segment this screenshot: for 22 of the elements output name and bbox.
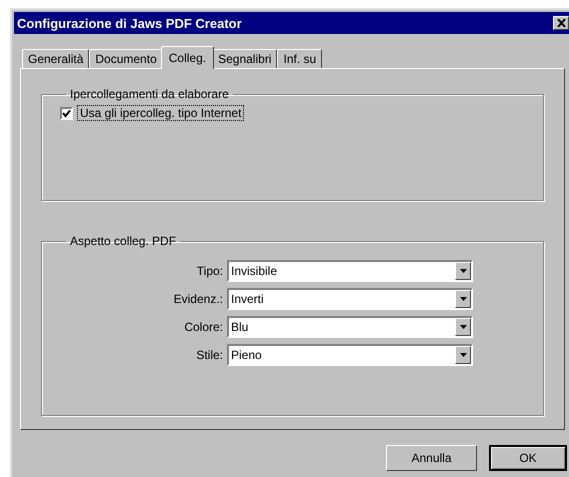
dialog-button[interactable]: OK — [489, 445, 567, 471]
tab[interactable]: Segnalibri — [212, 49, 278, 68]
dropdown[interactable]: Invisibile — [227, 260, 473, 282]
close-icon — [556, 19, 566, 27]
tab[interactable]: Colleg. — [160, 46, 214, 69]
window-title: Configurazione di Jaws PDF Creator — [16, 16, 242, 30]
checkbox-label[interactable]: Usa gli ipercolleg. tipo Internet — [77, 105, 244, 121]
tab[interactable]: Inf. su — [277, 49, 322, 68]
field-label: Colore: — [183, 320, 223, 334]
group-title: Ipercollegamenti da elaborare — [69, 87, 230, 101]
close-button[interactable] — [553, 16, 569, 30]
group-title: Aspetto colleg. PDF — [69, 234, 178, 248]
dropdown[interactable]: Inverti — [227, 288, 473, 310]
field-label: Stile: — [195, 348, 223, 362]
dropdown[interactable]: Pieno — [227, 344, 473, 366]
tab[interactable]: Generalità — [22, 49, 90, 68]
field-label: Evidenz.: — [172, 292, 223, 306]
tab[interactable]: Documento — [89, 49, 163, 68]
dialog-button[interactable]: Annulla — [386, 445, 477, 471]
checkbox[interactable] — [60, 106, 73, 120]
field-label: Tipo: — [196, 264, 223, 278]
dropdown[interactable]: Blu — [227, 316, 473, 338]
